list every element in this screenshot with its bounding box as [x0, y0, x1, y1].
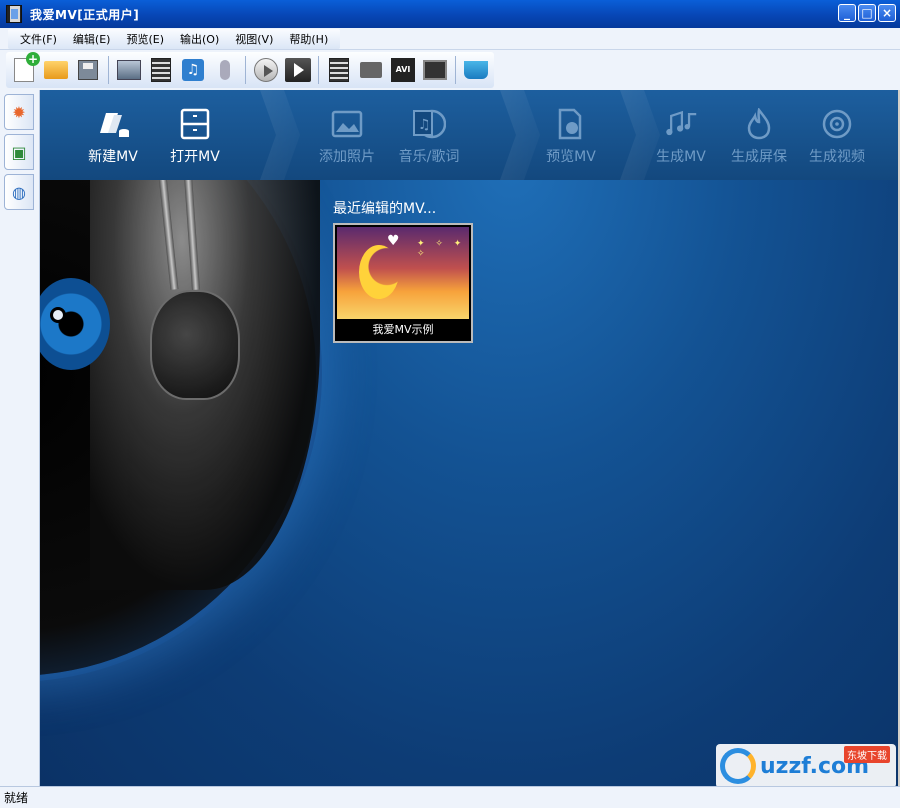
menu-output[interactable]: 输出(O): [172, 31, 227, 47]
menu-panel: 文件(F) 编辑(E) 预览(E) 输出(O) 视图(V) 帮助(H): [8, 28, 341, 49]
menu-file[interactable]: 文件(F): [12, 31, 65, 47]
chevron-separator: [260, 90, 300, 180]
globe-icon: ◍: [12, 182, 26, 202]
chevron-separator: [500, 90, 540, 180]
new-mv-icon: [96, 108, 130, 140]
music-notes-icon: [664, 108, 698, 140]
disc-icon: [820, 108, 854, 140]
heart-icon: ♥: [387, 233, 400, 249]
microphone-icon: [220, 60, 230, 80]
menu-view[interactable]: 视图(V): [227, 31, 281, 47]
tab-gear[interactable]: ✹: [4, 94, 34, 130]
watermark-logo: uzzf.com 东坡下载: [716, 744, 896, 786]
watermark-sub: 东坡下载: [844, 746, 890, 763]
add-film-button[interactable]: [147, 55, 175, 85]
add-photo-icon: [117, 60, 141, 80]
toolbar: ♫ AVI: [0, 50, 900, 90]
menu-help[interactable]: 帮助(H): [281, 31, 336, 47]
guitar-body: [150, 290, 240, 400]
menu-edit[interactable]: 编辑(E): [65, 31, 119, 47]
generate-mv-button[interactable]: 生成MV: [646, 108, 716, 166]
toolbar-separator: [108, 56, 109, 84]
preview-icon: [554, 108, 588, 140]
toolbar-separator: [318, 56, 319, 84]
microphone-button[interactable]: [211, 55, 239, 85]
avi-icon: AVI: [391, 58, 415, 82]
photo-add-icon: ▣: [11, 142, 27, 162]
new-mv-button[interactable]: 新建MV: [78, 108, 148, 166]
left-tab-strip: ✹ ▣ ◍: [0, 90, 40, 786]
new-project-button[interactable]: [10, 52, 40, 85]
play-full-icon: [285, 58, 311, 82]
minimize-button[interactable]: _: [838, 4, 856, 22]
music-note-icon: ♫: [412, 108, 446, 140]
add-photo-nav-button[interactable]: 添加照片: [312, 108, 382, 166]
camera-icon: [360, 62, 382, 78]
menu-bar: 文件(F) 编辑(E) 预览(E) 输出(O) 视图(V) 帮助(H): [0, 28, 900, 50]
tab-globe[interactable]: ◍: [4, 174, 34, 210]
generate-mv-label: 生成MV: [656, 149, 706, 165]
moon-icon: [359, 245, 399, 299]
toolbar-separator: [245, 56, 246, 84]
nav-banner: 新建MV 打开MV 添加照片 ♫ 音乐/歌词 预览MV 生成MV 生成屏保 生成…: [40, 90, 898, 180]
save-icon: [78, 60, 98, 80]
recent-mv-item[interactable]: ♥ ✦ ✧ ✦ ✧ 我爱MV示例: [333, 223, 473, 343]
cart-icon: [464, 61, 488, 79]
flame-icon: [742, 108, 776, 140]
monitor-icon: [423, 60, 447, 80]
preview-mv-button[interactable]: 预览MV: [536, 108, 606, 166]
music-icon: ♫: [182, 59, 204, 81]
disc-center: [50, 307, 66, 323]
recent-mv-heading: 最近编辑的MV...: [333, 201, 437, 217]
cart-button[interactable]: [462, 55, 490, 85]
toolbar-panel: ♫ AVI: [6, 52, 494, 88]
recent-mv-caption: 我爱MV示例: [372, 323, 434, 336]
app-icon: [6, 5, 22, 23]
main-stage: 新建MV 打开MV 添加照片 ♫ 音乐/歌词 预览MV 生成MV 生成屏保 生成…: [40, 90, 898, 786]
open-folder-icon: [44, 61, 68, 79]
monitor-button[interactable]: [421, 55, 449, 85]
preview-mv-label: 预览MV: [546, 149, 596, 165]
stars-icon: ✦ ✧ ✦ ✧: [417, 239, 466, 259]
avi-button[interactable]: AVI: [389, 55, 417, 85]
add-photo-label: 添加照片: [319, 149, 375, 165]
status-bar: 就绪: [0, 786, 900, 808]
tab-add-photo[interactable]: ▣: [4, 134, 34, 170]
open-mv-icon: [178, 108, 212, 140]
music-lyrics-button[interactable]: ♫ 音乐/歌词: [394, 108, 464, 166]
maximize-button[interactable]: □: [858, 4, 876, 22]
generate-video-button[interactable]: 生成视频: [802, 108, 872, 166]
film-strip-button[interactable]: [325, 55, 353, 85]
film-strip-icon: [329, 58, 349, 82]
window-controls: _ □ ×: [838, 4, 896, 22]
open-mv-label: 打开MV: [170, 149, 220, 165]
logo-d-icon: [720, 748, 756, 784]
toolbar-separator: [455, 56, 456, 84]
add-photo-button[interactable]: [115, 55, 143, 85]
play-button[interactable]: [252, 55, 280, 85]
recent-mv-thumbnail: ♥ ✦ ✧ ✦ ✧: [337, 227, 469, 319]
music-button[interactable]: ♫: [179, 55, 207, 85]
generate-screensaver-label: 生成屏保: [731, 149, 787, 165]
generate-video-label: 生成视频: [809, 149, 865, 165]
music-lyrics-label: 音乐/歌词: [398, 149, 460, 165]
new-mv-label: 新建MV: [88, 149, 138, 165]
status-text: 就绪: [4, 791, 29, 805]
close-button[interactable]: ×: [878, 4, 896, 22]
play-icon: [254, 58, 278, 82]
new-project-icon: [14, 52, 40, 82]
svg-text:♫: ♫: [418, 117, 431, 133]
add-film-icon: [151, 58, 171, 82]
gear-icon: ✹: [12, 102, 26, 122]
play-full-button[interactable]: [284, 55, 312, 85]
title-bar: 我爱MV[正式用户] _ □ ×: [0, 0, 900, 28]
window-title: 我爱MV[正式用户]: [30, 7, 140, 22]
menu-preview[interactable]: 预览(E): [118, 31, 172, 47]
open-mv-button[interactable]: 打开MV: [160, 108, 230, 166]
save-button[interactable]: [74, 55, 102, 85]
generate-screensaver-button[interactable]: 生成屏保: [724, 108, 794, 166]
picture-icon: [330, 108, 364, 140]
open-button[interactable]: [42, 55, 70, 85]
camera-button[interactable]: [357, 55, 385, 85]
